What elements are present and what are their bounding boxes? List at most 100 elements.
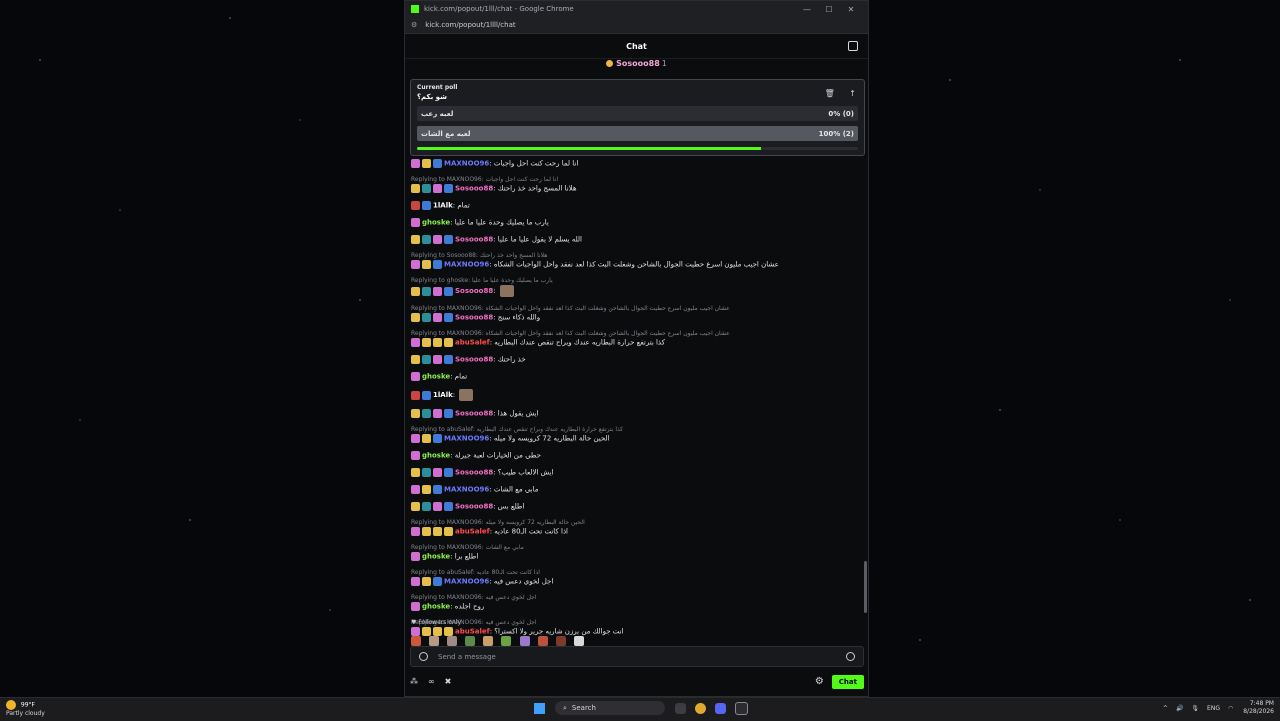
close-icon[interactable]: ✕: [840, 5, 862, 14]
reply-context[interactable]: Replying to abuSalef: اذا كانت تحت الـ80…: [411, 569, 863, 576]
emote-icon[interactable]: [555, 635, 566, 646]
reply-context[interactable]: Replying to MAXNOO96: مابي مع الشات: [411, 544, 863, 551]
discord-icon[interactable]: [715, 702, 726, 714]
chat-username[interactable]: Sosooo88: [455, 314, 493, 322]
chat-username[interactable]: ghoske: [422, 553, 450, 561]
users-icon[interactable]: [848, 41, 858, 51]
chat-message[interactable]: Sosooo88: والله ذكاء سنج: [411, 313, 863, 322]
send-chat-button[interactable]: Chat: [831, 674, 864, 689]
chat-message[interactable]: ghoske: تمام: [411, 372, 863, 381]
badge-icon: [422, 159, 431, 168]
chat-scrollbar[interactable]: [864, 561, 867, 613]
chat-message[interactable]: 1lAlk: تمام: [411, 201, 863, 210]
reply-context[interactable]: Replying to abuSalef: كذا بترتفع حرارة ا…: [411, 426, 863, 433]
chat-username[interactable]: ghoske: [422, 603, 450, 611]
clock[interactable]: 7:48 PM 8/28/2026: [1243, 700, 1274, 716]
chat-username[interactable]: Sosooo88: [455, 469, 493, 477]
chat-message[interactable]: Sosooo88: خذ راحتك: [411, 355, 863, 364]
chat-message[interactable]: Sosooo88: هلانا المسج واحد خذ راحتك: [411, 184, 863, 193]
chat-username[interactable]: 1lAlk: [433, 391, 453, 399]
message-input-box[interactable]: [410, 646, 864, 667]
maximize-icon[interactable]: ☐: [818, 5, 840, 14]
emote-icon[interactable]: [447, 635, 458, 646]
emote-icon[interactable]: [573, 635, 584, 646]
chat-message[interactable]: Sosooo88: اطلع بس: [411, 502, 863, 511]
reply-context[interactable]: Replying to MAXNOO96: عشان اجيب مليون اس…: [411, 330, 863, 337]
reply-context[interactable]: Replying to MAXNOO96: انا لما رحت كنت اح…: [411, 176, 863, 183]
reply-context[interactable]: Replying to ghoske: يارب ما يصليك وحدة ع…: [411, 277, 863, 284]
chat-username[interactable]: Sosooo88: [455, 185, 493, 193]
reply-context[interactable]: Replying to Sosooo88: هلانا المسج واحد خ…: [411, 252, 863, 259]
chat-username[interactable]: Sosooo88: [455, 410, 493, 418]
trash-icon[interactable]: 🗑: [825, 89, 835, 98]
chat-username[interactable]: abuSalef: [455, 528, 490, 536]
chat-message[interactable]: ghoske: اطلع برا: [411, 552, 863, 561]
chat-message[interactable]: ghoske: روح اجلده: [411, 602, 863, 611]
chat-message[interactable]: MAXNOO96: مابي مع الشات: [411, 485, 863, 494]
mic-icon[interactable]: 🎙: [1191, 705, 1199, 712]
chat-username[interactable]: Sosooo88: [455, 236, 493, 244]
chat-username[interactable]: MAXNOO96: [444, 578, 489, 586]
chat-username[interactable]: MAXNOO96: [444, 160, 489, 168]
emote-icon[interactable]: [501, 635, 512, 646]
chat-username[interactable]: abuSalef: [455, 339, 490, 347]
minimize-icon[interactable]: —: [796, 5, 818, 14]
chat-message[interactable]: Sosooo88: الله يسلم لا يقول عليا ما عليا: [411, 235, 863, 244]
language-indicator[interactable]: ENG: [1207, 705, 1220, 712]
chat-message[interactable]: MAXNOO96: عشان اجيب مليون اسرع حطيت الجو…: [411, 260, 863, 269]
emote-icon[interactable]: [465, 635, 476, 646]
emoji-icon[interactable]: [846, 652, 855, 661]
taskbar-search[interactable]: ⌕ Search: [555, 701, 665, 715]
pinned-user[interactable]: Sosooo88 1: [405, 59, 868, 73]
speaker-icon[interactable]: 🔊: [1176, 705, 1183, 712]
chrome-icon[interactable]: [695, 702, 706, 714]
chat-message[interactable]: Sosooo88:: [411, 285, 863, 297]
chat-username[interactable]: Sosooo88: [455, 356, 493, 364]
chat-text: اطلع بس: [497, 502, 525, 511]
user-badges: [411, 527, 455, 536]
chevron-up-icon[interactable]: ^: [1163, 705, 1168, 712]
poll-option[interactable]: لعبه مع الشات 100% (2): [417, 126, 858, 141]
reply-context[interactable]: Replying to MAXNOO96: اجل لخوي دعس فيه: [411, 594, 863, 601]
app-icon[interactable]: [735, 701, 748, 715]
chat-username[interactable]: MAXNOO96: [444, 261, 489, 269]
poll-option[interactable]: لعبه رعب 0% (0): [417, 106, 858, 121]
weather-widget[interactable]: 99°F Partly cloudy: [6, 700, 45, 718]
chat-message[interactable]: Sosooo88: ايش الالعاب طيب؟: [411, 468, 863, 477]
emote-icon[interactable]: [483, 635, 494, 646]
chat-message[interactable]: abuSalef: اذا كانت تحت الـ80 عاديه: [411, 527, 863, 536]
chat-message[interactable]: ghoske: حطي من الخيارات لعبة جيرلة: [411, 451, 863, 460]
collapse-up-icon[interactable]: ↑: [849, 89, 856, 98]
chat-message[interactable]: Sosooo88: ايش يقول هذا: [411, 409, 863, 418]
emote-icon[interactable]: [519, 635, 530, 646]
windows-start-icon[interactable]: [534, 702, 545, 714]
settings-gear-icon[interactable]: ⚙: [815, 676, 824, 687]
address-bar[interactable]: ⚙ kick.com/popout/1llll/chat: [405, 17, 868, 34]
wifi-icon[interactable]: ◠: [1228, 705, 1233, 712]
chat-message[interactable]: 1lAlk:: [411, 389, 863, 401]
emote-icon[interactable]: [411, 635, 421, 646]
message-input[interactable]: [436, 651, 846, 662]
chat-message[interactable]: ghoske: يارب ما يصليك وحدة عليا ما عليا: [411, 218, 863, 227]
chat-message[interactable]: MAXNOO96: الحين حالة البطاريه 72 كرويسه …: [411, 434, 863, 443]
chat-username[interactable]: Sosooo88: [455, 503, 493, 511]
chat-username[interactable]: MAXNOO96: [444, 435, 489, 443]
task-view-icon[interactable]: [675, 702, 686, 714]
reply-context[interactable]: Replying to MAXNOO96: الحين حالة البطاري…: [411, 519, 863, 526]
chat-username[interactable]: ghoske: [422, 373, 450, 381]
emote-icon[interactable]: [537, 635, 548, 646]
chat-username[interactable]: ghoske: [422, 219, 450, 227]
chat-username[interactable]: MAXNOO96: [444, 486, 489, 494]
chat-message[interactable]: abuSalef: كذا بترتفع حرارة البطاريه عندك…: [411, 338, 863, 347]
points-icon[interactable]: ⁂: [410, 677, 418, 686]
kick-badge-icon[interactable]: ✖: [445, 677, 452, 686]
chat-username[interactable]: Sosooo88: [455, 287, 493, 295]
chat-username[interactable]: 1lAlk: [433, 202, 453, 210]
poll-option-label: لعبه مع الشات: [421, 129, 471, 138]
chat-username[interactable]: ghoske: [422, 452, 450, 460]
chat-message[interactable]: MAXNOO96: اجل لخوي دعس فيه: [411, 577, 863, 586]
chat-message[interactable]: MAXNOO96: انا لما رحت كنت احل واجبات: [411, 159, 863, 168]
reply-context[interactable]: Replying to MAXNOO96: عشان اجيب مليون اس…: [411, 305, 863, 312]
site-info-icon[interactable]: ⚙: [411, 21, 417, 29]
emote-icon[interactable]: [429, 635, 440, 646]
